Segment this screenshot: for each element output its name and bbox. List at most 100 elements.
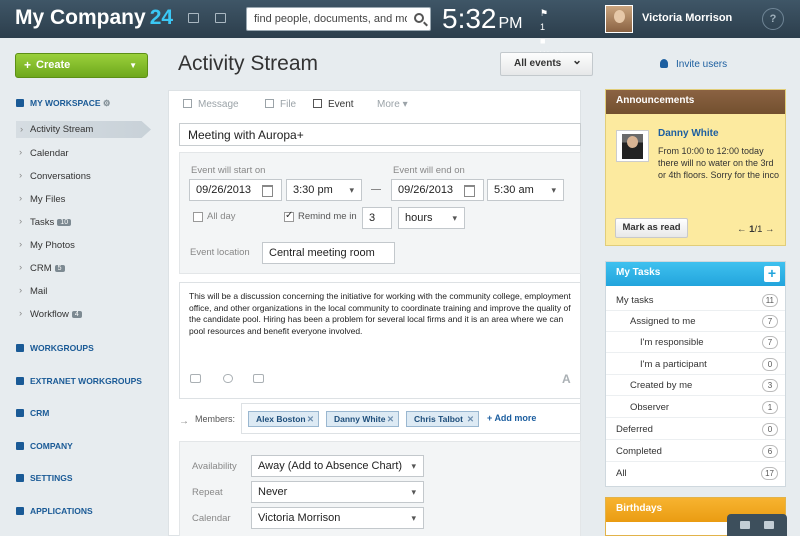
task-count: 6 <box>762 445 778 458</box>
event-description[interactable]: This will be a discussion concerning the… <box>179 282 581 399</box>
sidebar-item-workflow[interactable]: Workflow4 <box>19 308 82 320</box>
task-row-deferred[interactable]: Deferred 0 <box>606 419 785 440</box>
next-arrow-icon[interactable]: → <box>765 224 775 235</box>
mark-as-read-button[interactable]: Mark as read <box>615 218 688 238</box>
sidebar-item-my-photos[interactable]: My Photos <box>19 239 75 251</box>
add-member-link[interactable]: + Add more <box>487 413 536 423</box>
task-row-responsible[interactable]: I'm responsible 7 <box>606 332 785 353</box>
create-label: Create <box>36 59 71 71</box>
add-task-button[interactable]: + <box>764 266 780 282</box>
help-icon[interactable]: ? <box>762 8 784 30</box>
arrow-right-icon: → <box>179 416 189 427</box>
user-name[interactable]: Victoria Morrison <box>642 12 732 24</box>
clock[interactable]: 5:32 PM <box>442 3 523 35</box>
repeat-select[interactable]: Never <box>251 481 424 503</box>
tab-label: More <box>377 99 400 110</box>
sidebar-section-my-workspace[interactable]: MY WORKSPACE ⚙ <box>16 98 111 109</box>
member-chip[interactable]: Alex Boston ✕ <box>248 411 319 427</box>
events-filter-select[interactable]: All events <box>500 49 593 76</box>
task-row-assigned[interactable]: Assigned to me 7 <box>606 311 785 332</box>
tab-more[interactable]: More ▾ <box>377 99 408 110</box>
sidebar-section-company[interactable]: COMPANY <box>16 441 73 451</box>
text-format-icon[interactable]: A <box>562 372 571 386</box>
messages-icon[interactable] <box>188 13 199 23</box>
company-logo[interactable]: My Company 24 <box>15 6 173 30</box>
task-row-completed[interactable]: Completed 6 <box>606 441 785 462</box>
remind-value-input[interactable]: 3 <box>362 207 392 229</box>
task-row-observer[interactable]: Observer 1 <box>606 397 785 418</box>
sidebar-item-tasks[interactable]: Tasks10 <box>19 216 72 228</box>
task-row-created[interactable]: Created by me 3 <box>606 375 785 396</box>
sidebar-item-calendar[interactable]: Calendar <box>19 147 69 159</box>
sidebar-item-activity-stream[interactable]: Activity Stream <box>16 121 151 138</box>
post-form: Message File Event More ▾ Event will sta… <box>168 90 581 536</box>
create-button[interactable]: Create ▼ <box>15 53 148 78</box>
prev-arrow-icon[interactable]: ← <box>737 224 747 235</box>
count-badge: 4 <box>71 311 82 318</box>
sidebar-item-label: CRM <box>30 263 52 274</box>
clock-time: 5:32 <box>442 3 497 34</box>
sidebar-section-extranet[interactable]: EXTRANET WORKGROUPS <box>16 376 142 386</box>
sidebar-section-settings[interactable]: SETTINGS <box>16 473 73 483</box>
member-name: Danny White <box>334 414 386 424</box>
chat-bar[interactable] <box>727 514 787 536</box>
sidebar-item-label: Calendar <box>30 148 69 159</box>
close-icon[interactable]: ✕ <box>467 412 474 426</box>
calendar-select[interactable]: Victoria Morrison <box>251 507 424 529</box>
all-day-label: All day <box>207 211 236 222</box>
task-row-participant[interactable]: I'm a participant 0 <box>606 354 785 375</box>
tab-message[interactable]: Message <box>183 99 239 110</box>
task-label: My tasks <box>616 295 654 306</box>
member-name: Alex Boston <box>256 414 306 424</box>
section-label: MY WORKSPACE <box>30 98 101 108</box>
close-icon[interactable]: ✕ <box>307 412 314 426</box>
remind-unit-select[interactable]: hours <box>398 207 465 229</box>
event-title-input[interactable] <box>179 123 581 146</box>
author-photo[interactable] <box>616 130 649 162</box>
all-day-checkbox[interactable] <box>193 212 203 222</box>
attach-file-icon[interactable] <box>190 374 201 383</box>
start-time-select[interactable]: 3:30 pm <box>286 179 362 201</box>
start-date-field[interactable]: 09/26/2013 <box>189 179 282 201</box>
tab-file[interactable]: File <box>265 99 296 110</box>
invite-label: Invite users <box>676 59 728 70</box>
sidebar-section-applications[interactable]: APPLICATIONS <box>16 506 93 516</box>
video-icon[interactable] <box>253 374 264 383</box>
user-avatar[interactable] <box>605 5 633 33</box>
end-date-field[interactable]: 09/26/2013 <box>391 179 484 201</box>
chat-icon[interactable] <box>740 521 750 529</box>
announcement-author[interactable]: Danny White <box>658 128 719 139</box>
tab-event[interactable]: Event <box>313 99 354 110</box>
sidebar-item-conversations[interactable]: Conversations <box>19 170 91 182</box>
task-row-my-tasks[interactable]: My tasks 11 <box>606 290 785 311</box>
task-count: 1 <box>762 401 778 414</box>
info-icon[interactable] <box>764 521 774 529</box>
sidebar-item-crm[interactable]: CRM5 <box>19 262 65 274</box>
notifications-icon[interactable] <box>215 13 226 23</box>
search-icon[interactable] <box>414 13 424 23</box>
task-count: 11 <box>761 294 778 307</box>
section-label: EXTRANET WORKGROUPS <box>30 376 142 386</box>
link-icon[interactable] <box>223 374 233 383</box>
task-row-all[interactable]: All 17 <box>606 463 785 484</box>
section-label: COMPANY <box>30 441 73 451</box>
sidebar-item-label: Activity Stream <box>30 124 94 135</box>
invite-users-link[interactable]: Invite users <box>660 59 727 70</box>
sidebar-item-my-files[interactable]: My Files <box>19 193 65 205</box>
sidebar-item-mail[interactable]: Mail <box>19 285 48 297</box>
remind-checkbox[interactable] <box>284 210 294 222</box>
close-icon[interactable]: ✕ <box>387 412 394 426</box>
availability-select[interactable]: Away (Add to Absence Chart) <box>251 455 424 477</box>
sidebar-section-workgroups[interactable]: WORKGROUPS <box>16 343 94 353</box>
sidebar-section-crm[interactable]: CRM <box>16 408 49 418</box>
search-input[interactable] <box>247 8 407 30</box>
announcement-text: From 10:00 to 12:00 today there will no … <box>658 146 780 180</box>
end-time-select[interactable]: 5:30 am <box>487 179 564 201</box>
location-input[interactable]: Central meeting room <box>262 242 395 264</box>
member-chip[interactable]: Chris Talbot ✕ <box>406 411 479 427</box>
gear-icon[interactable]: ⚙ <box>103 98 111 108</box>
status-count: 1 <box>540 22 546 32</box>
gear-icon <box>16 474 24 482</box>
member-chip[interactable]: Danny White ✕ <box>326 411 399 427</box>
sidebar-item-label: Tasks <box>30 217 55 228</box>
